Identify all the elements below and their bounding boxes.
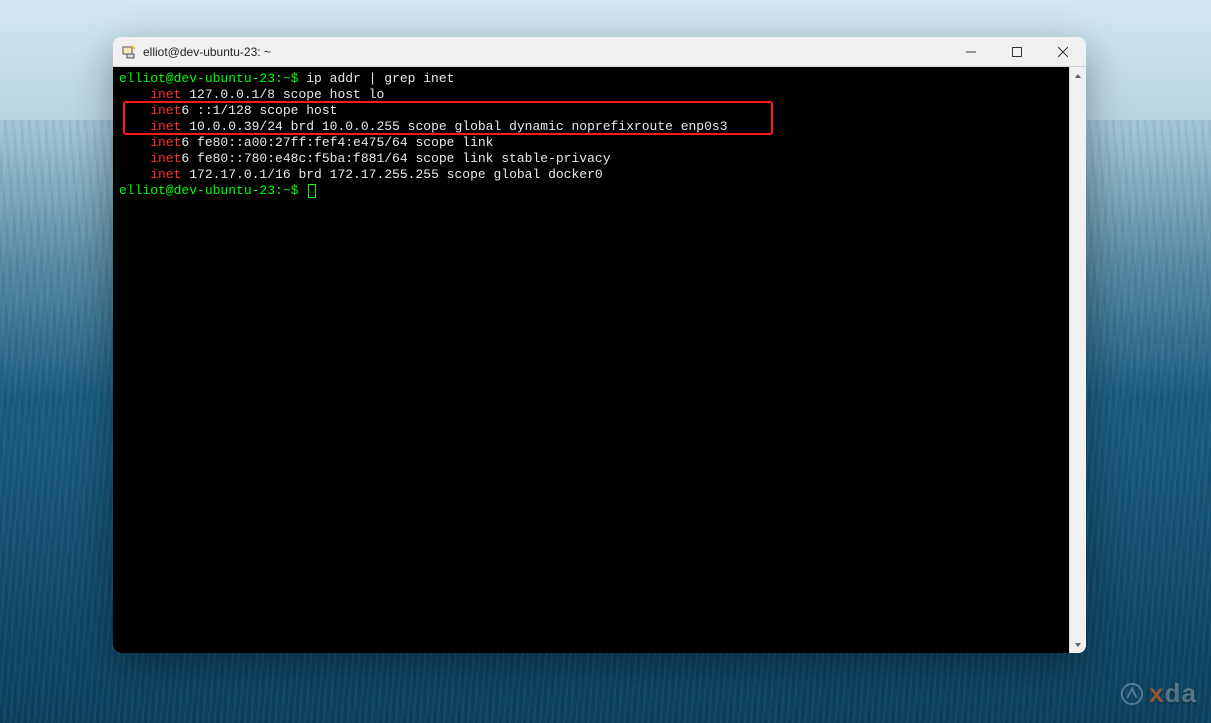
window-title: elliot@dev-ubuntu-23: ~ bbox=[143, 45, 271, 59]
output-line: inet 172.17.0.1/16 brd 172.17.255.255 sc… bbox=[119, 167, 1063, 183]
xda-logo-icon bbox=[1121, 683, 1143, 705]
output-line: inet6 fe80::a00:27ff:fef4:e475/64 scope … bbox=[119, 135, 1063, 151]
window-controls bbox=[948, 37, 1086, 66]
scroll-down-icon[interactable] bbox=[1070, 636, 1086, 653]
scrollbar[interactable] bbox=[1069, 67, 1086, 653]
cursor bbox=[308, 184, 316, 198]
output-line: inet 10.0.0.39/24 brd 10.0.0.255 scope g… bbox=[119, 119, 1063, 135]
output-line: inet 127.0.0.1/8 scope host lo bbox=[119, 87, 1063, 103]
watermark-text: da bbox=[1165, 678, 1197, 708]
terminal-output[interactable]: elliot@dev-ubuntu-23:~$ ip addr | grep i… bbox=[113, 67, 1069, 653]
maximize-button[interactable] bbox=[994, 37, 1040, 66]
watermark-x: x bbox=[1149, 678, 1164, 708]
scroll-up-icon[interactable] bbox=[1070, 67, 1086, 84]
close-button[interactable] bbox=[1040, 37, 1086, 66]
minimize-button[interactable] bbox=[948, 37, 994, 66]
xda-watermark: xda bbox=[1121, 678, 1197, 709]
output-line: inet6 ::1/128 scope host bbox=[119, 103, 1063, 119]
terminal-window: elliot@dev-ubuntu-23: ~ elliot@dev-ubunt… bbox=[113, 37, 1086, 653]
prompt-line: elliot@dev-ubuntu-23:~$ ip addr | grep i… bbox=[119, 71, 1063, 87]
window-titlebar[interactable]: elliot@dev-ubuntu-23: ~ bbox=[113, 37, 1086, 67]
putty-icon bbox=[121, 44, 137, 60]
prompt-line: elliot@dev-ubuntu-23:~$ bbox=[119, 183, 1063, 199]
output-line: inet6 fe80::780:e48c:f5ba:f881/64 scope … bbox=[119, 151, 1063, 167]
